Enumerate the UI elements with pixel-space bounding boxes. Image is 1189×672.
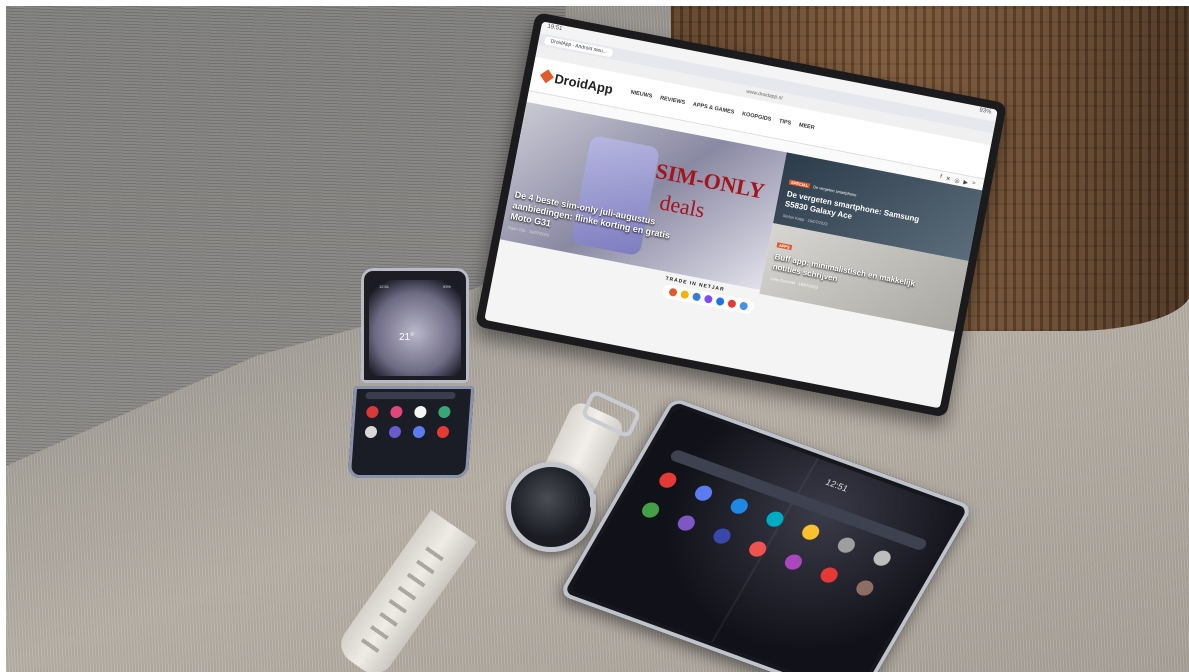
rss-icon[interactable]: ≈ (971, 180, 975, 187)
flip-phone-device: 12:51 93% 21° (347, 268, 475, 478)
instagram-icon[interactable]: ◎ (954, 176, 960, 184)
fold-app-icon[interactable] (656, 470, 680, 490)
dock-app-icon[interactable] (739, 301, 749, 311)
flip-weather-temp: 21° (399, 332, 415, 343)
fold-app-icon[interactable] (834, 535, 858, 555)
watch-crown-button (590, 494, 596, 508)
side-article-2-title[interactable]: Buff app: minimalistisch en makkelijk no… (772, 252, 943, 304)
nav-item[interactable]: KOOPGIDS (741, 111, 771, 123)
dock-app-icon[interactable] (668, 287, 678, 297)
fold-phone-screen: 12:51 (570, 406, 962, 672)
watch-strap-bottom (333, 509, 477, 672)
nav-item[interactable]: TIPS (778, 118, 791, 126)
fold-app-icon[interactable] (639, 500, 663, 520)
nav-item[interactable]: MEER (798, 122, 815, 131)
tablet-status-battery: 93% (978, 107, 992, 116)
dock-app-icon[interactable] (691, 292, 702, 302)
flip-phone-screen: 12:51 93% 21° (369, 280, 461, 376)
fold-app-icon[interactable] (870, 548, 894, 568)
youtube-icon[interactable]: ▶ (963, 178, 969, 186)
flip-app-icon[interactable] (437, 406, 451, 418)
tablet-status-time: 19:51 (546, 23, 563, 33)
flip-app-icon[interactable] (412, 426, 426, 438)
fold-app-icon[interactable] (799, 522, 823, 542)
flip-status-time: 12:51 (379, 284, 390, 289)
side-article-2-tag: APPS (776, 242, 793, 251)
flip-app-icon[interactable] (436, 426, 450, 438)
watch-strap-holes (354, 544, 445, 663)
flip-app-grid (364, 406, 453, 438)
smartwatch-face (506, 462, 596, 552)
droidapp-logo-icon (539, 69, 554, 84)
dock-app-icon[interactable] (680, 289, 690, 300)
fold-app-icon[interactable] (853, 578, 877, 598)
nav-item[interactable]: NIEUWS (630, 90, 653, 100)
side-article-2-badge: APPS (776, 242, 795, 251)
side-article-1-tag: SPECIAL (788, 179, 811, 189)
fold-app-icon[interactable] (746, 539, 770, 559)
dock-app-icon[interactable] (727, 299, 737, 309)
site-logo-text: DroidApp (553, 70, 615, 97)
facebook-icon[interactable]: f (939, 174, 942, 180)
flip-app-icon[interactable] (364, 426, 378, 438)
flip-app-icon[interactable] (389, 406, 403, 418)
fold-app-icon[interactable] (763, 509, 787, 529)
flip-app-icon[interactable] (413, 406, 427, 418)
fold-app-icon[interactable] (781, 552, 806, 572)
site-logo[interactable]: DroidApp (539, 68, 615, 97)
flip-status-battery: 93% (442, 284, 451, 289)
fold-clock: 12:51 (823, 477, 851, 494)
flip-app-icon[interactable] (365, 406, 379, 418)
nav-item[interactable]: APPS & GAMES (692, 102, 735, 116)
photo-scene: 19:51 93% DroidApp - Android nieu... www… (6, 6, 1189, 672)
dock-app-icon[interactable] (715, 296, 725, 307)
fold-app-icon[interactable] (727, 496, 751, 516)
fold-app-icon[interactable] (710, 526, 734, 546)
flip-phone-bottom-half (347, 386, 475, 478)
x-icon[interactable]: ✕ (945, 175, 951, 183)
dock-app-icon[interactable] (703, 294, 714, 304)
fold-phone-device: 12:51 (558, 396, 974, 672)
fold-app-icon[interactable] (691, 483, 716, 503)
flip-app-icon[interactable] (388, 426, 402, 438)
flip-search-bar[interactable] (365, 392, 456, 399)
nav-item[interactable]: REVIEWS (659, 95, 685, 106)
fold-app-icon[interactable] (817, 565, 841, 585)
flip-phone-top-half: 12:51 93% 21° (361, 268, 469, 383)
fold-app-icon[interactable] (674, 513, 698, 533)
